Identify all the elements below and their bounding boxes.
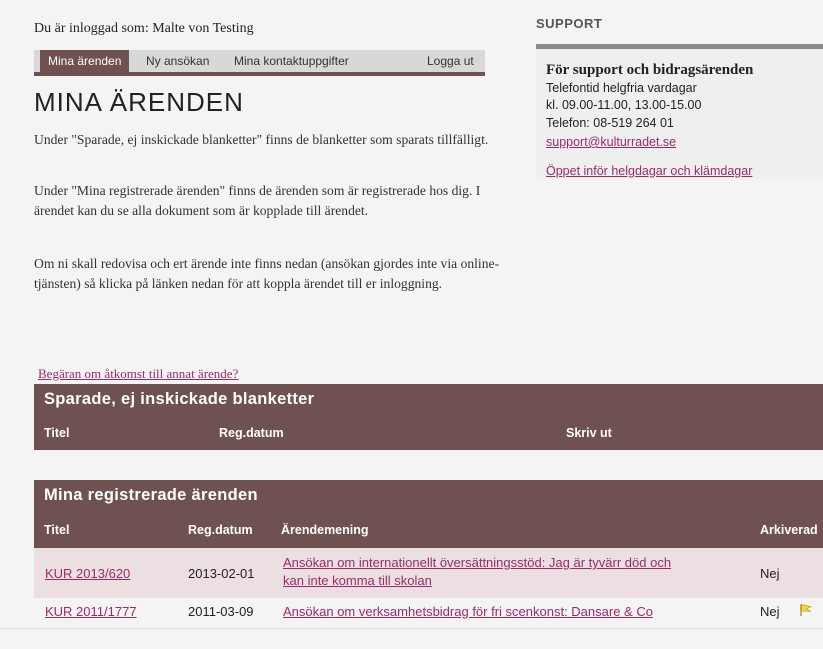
nav-logga-ut[interactable]: Logga ut xyxy=(427,54,474,68)
access-request-link[interactable]: Begäran om åtkomst till annat ärende? xyxy=(38,366,238,382)
case-subject-link[interactable]: Ansökan om verksamhetsbidrag för fri sce… xyxy=(283,604,653,619)
saved-col-regdatum[interactable]: Reg.datum xyxy=(219,426,284,440)
nav-mina-arenden[interactable]: Mina ärenden xyxy=(40,50,130,72)
case-reg-date: 2011-03-09 xyxy=(188,604,254,619)
login-status: Du är inloggad som: Malte von Testing xyxy=(34,21,254,36)
saved-col-skriv-ut: Skriv ut xyxy=(566,426,612,440)
case-title-link[interactable]: KUR 2013/620 xyxy=(45,566,130,581)
case-archived: Nej xyxy=(760,604,780,619)
saved-forms-panel: Sparade, ej inskickade blanketter Titel … xyxy=(34,384,823,450)
case-subject-link-cont[interactable]: kan inte komma till skolan xyxy=(283,573,432,588)
info-paragraph-link: Om ni skall redovisa och ert ärende inte… xyxy=(34,256,500,291)
support-hours: kl. 09.00-11.00, 13.00-15.00 xyxy=(546,98,702,112)
case-subject-link[interactable]: Ansökan om internationellt översättnings… xyxy=(283,555,671,570)
reg-col-arendemening[interactable]: Ärendemening xyxy=(281,523,369,537)
table-row: KUR 2013/620 2013-02-01 Ansökan om inter… xyxy=(34,548,823,598)
saved-col-titel[interactable]: Titel xyxy=(44,426,69,440)
holiday-hours-link[interactable]: Öppet inför helgdagar och klämdagar xyxy=(546,164,752,178)
registered-cases-panel: Mina registrerade ärenden Titel Reg.datu… xyxy=(34,480,823,548)
reg-col-titel[interactable]: Titel xyxy=(44,523,69,537)
saved-forms-title: Sparade, ej inskickade blanketter xyxy=(44,390,315,408)
reg-col-arkiverad[interactable]: Arkiverad xyxy=(760,523,818,537)
support-heading: SUPPORT xyxy=(536,16,603,31)
page-title: MINA ÄRENDEN xyxy=(34,87,244,117)
registered-cases-title: Mina registrerade ärenden xyxy=(44,486,258,504)
nav-ny-ansokan[interactable]: Ny ansökan xyxy=(146,54,209,68)
case-archived: Nej xyxy=(760,566,780,581)
nav-mina-kontaktuppgifter[interactable]: Mina kontaktuppgifter xyxy=(234,54,349,68)
info-paragraph-saved: Under "Sparade, ej inskickade blanketter… xyxy=(34,132,489,147)
page-footer-strip xyxy=(0,628,823,649)
info-paragraph-registered: Under "Mina registrerade ärenden" finns … xyxy=(34,183,481,218)
support-email-link[interactable]: support@kulturradet.se xyxy=(546,135,676,149)
support-title: För support och bidragsärenden xyxy=(546,62,754,78)
table-row: KUR 2011/1777 2011-03-09 Ansökan om verk… xyxy=(34,598,823,628)
case-reg-date: 2013-02-01 xyxy=(188,566,255,581)
case-title-link[interactable]: KUR 2011/1777 xyxy=(45,604,137,619)
flag-icon[interactable] xyxy=(799,603,813,617)
reg-col-regdatum[interactable]: Reg.datum xyxy=(188,523,253,537)
support-phone: Telefon: 08-519 264 01 xyxy=(546,116,674,130)
main-nav: Mina ärenden Ny ansökan Mina kontaktuppg… xyxy=(34,50,485,76)
support-hours-label: Telefontid helgfria vardagar xyxy=(546,81,697,95)
